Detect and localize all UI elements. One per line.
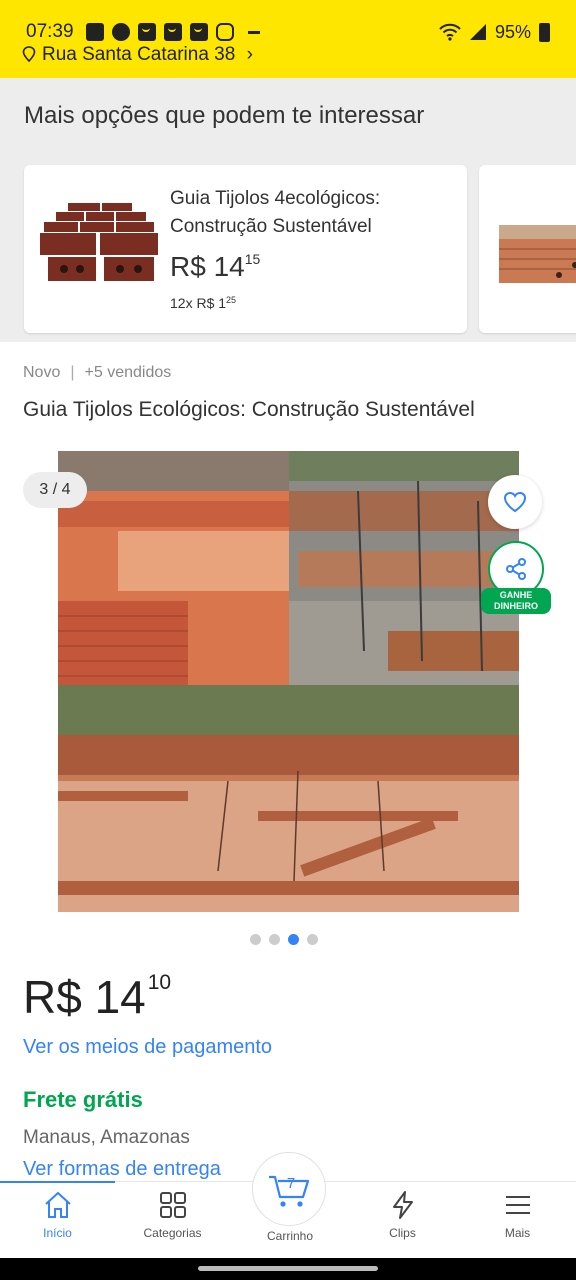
wifi-icon bbox=[439, 23, 461, 41]
grid-icon bbox=[159, 1192, 186, 1218]
gallery-pagination bbox=[250, 934, 318, 945]
facebook-icon bbox=[85, 23, 104, 41]
product-price: R$ 1410 bbox=[23, 970, 171, 1024]
menu-icon bbox=[505, 1196, 530, 1214]
pagination-dot[interactable] bbox=[307, 934, 318, 945]
recommendation-title: Guia Tijolos 4ecológicos: Construção Sus… bbox=[170, 188, 381, 237]
nav-item-carrinho[interactable]: 7 bbox=[252, 1152, 326, 1226]
recommendations-title: Mais opções que podem te interessar bbox=[24, 102, 425, 129]
cart-icon: 7 bbox=[269, 1175, 310, 1207]
product-photo bbox=[58, 451, 519, 912]
shipping-options-link[interactable]: Ver formas de entrega bbox=[23, 1158, 221, 1180]
seller-location: Manaus, Amazonas bbox=[23, 1127, 190, 1148]
chevron-right-icon: › bbox=[246, 44, 253, 65]
heart-icon bbox=[503, 491, 527, 513]
pagination-dot[interactable] bbox=[288, 934, 299, 945]
pagination-dot[interactable] bbox=[250, 934, 261, 945]
dash-icon bbox=[247, 30, 260, 34]
home-gesture-handle[interactable] bbox=[198, 1266, 378, 1271]
nav-item-mais[interactable]: Mais bbox=[460, 1190, 575, 1256]
product-sold-count: +5 vendidos bbox=[84, 364, 172, 381]
product-image-gallery[interactable] bbox=[58, 451, 519, 912]
battery-icon bbox=[539, 22, 550, 42]
home-icon bbox=[44, 1191, 71, 1218]
nav-item-inicio[interactable]: Início bbox=[0, 1190, 115, 1256]
recommendation-installments: 12x R$ 125 bbox=[170, 295, 236, 311]
price-cents: 10 bbox=[147, 971, 172, 994]
meta-separator: | bbox=[70, 364, 75, 381]
recommendation-price: R$ 1415 bbox=[170, 251, 260, 283]
cloud-icon bbox=[215, 23, 234, 41]
product-title: Guia Tijolos Ecológicos: Construção Sust… bbox=[23, 398, 475, 421]
pagination-dot[interactable] bbox=[269, 934, 280, 945]
lightning-icon bbox=[392, 1191, 413, 1219]
payment-methods-link[interactable]: Ver os meios de pagamento bbox=[23, 1036, 272, 1059]
share-icon bbox=[506, 558, 526, 580]
location-pin-icon bbox=[22, 46, 36, 63]
nav-label: Clips bbox=[389, 1226, 416, 1240]
badge-line-2: DINHEIRO bbox=[493, 601, 538, 611]
nav-label-carrinho: Carrinho bbox=[266, 1229, 314, 1243]
recommendation-card-partial[interactable] bbox=[479, 165, 576, 333]
address-text: Rua Santa Catarina 38 bbox=[42, 44, 236, 65]
active-tab-indicator bbox=[0, 1181, 115, 1183]
status-right: 95% bbox=[439, 22, 550, 43]
nav-label: Mais bbox=[504, 1226, 531, 1240]
earn-money-badge[interactable]: GANHE DINHEIRO bbox=[481, 588, 551, 614]
product-condition: Novo bbox=[23, 364, 61, 381]
price-main: R$ 14 bbox=[23, 971, 146, 1023]
cart-count-badge: 7 bbox=[287, 1175, 295, 1192]
signal-icon bbox=[469, 24, 486, 40]
delivery-address[interactable]: Rua Santa Catarina 38 › bbox=[22, 44, 253, 68]
product-meta: Novo | +5 vendidos bbox=[23, 364, 171, 382]
app-icon bbox=[189, 23, 208, 41]
image-counter: 3 / 4 bbox=[23, 472, 87, 508]
product-thumbnail bbox=[40, 201, 158, 285]
nav-label: Categorias bbox=[143, 1226, 202, 1240]
battery-percent: 95% bbox=[494, 21, 531, 42]
nav-label: Início bbox=[43, 1226, 72, 1240]
recommendation-card[interactable]: Guia Tijolos 4ecológicos: Construção Sus… bbox=[24, 165, 467, 333]
product-thumbnail bbox=[499, 205, 576, 285]
nav-item-clips[interactable]: Clips bbox=[345, 1190, 460, 1256]
badge-line-1: GANHE bbox=[499, 590, 533, 600]
app-icon bbox=[137, 23, 156, 41]
status-time: 07:39 bbox=[26, 21, 74, 42]
status-left: 07:39 bbox=[26, 21, 260, 43]
installments-cents: 25 bbox=[226, 295, 237, 305]
nav-item-categorias[interactable]: Categorias bbox=[115, 1190, 230, 1256]
price-main: R$ 14 bbox=[170, 251, 245, 282]
recommendations-section: Mais opções que podem te interessar Guia… bbox=[0, 78, 576, 342]
free-shipping: Frete grátis bbox=[23, 1087, 143, 1112]
chat-icon bbox=[111, 23, 130, 41]
price-cents: 15 bbox=[244, 251, 261, 267]
favorite-button[interactable] bbox=[488, 475, 542, 529]
app-icon bbox=[163, 23, 182, 41]
installments-main: 12x R$ 1 bbox=[170, 295, 227, 311]
